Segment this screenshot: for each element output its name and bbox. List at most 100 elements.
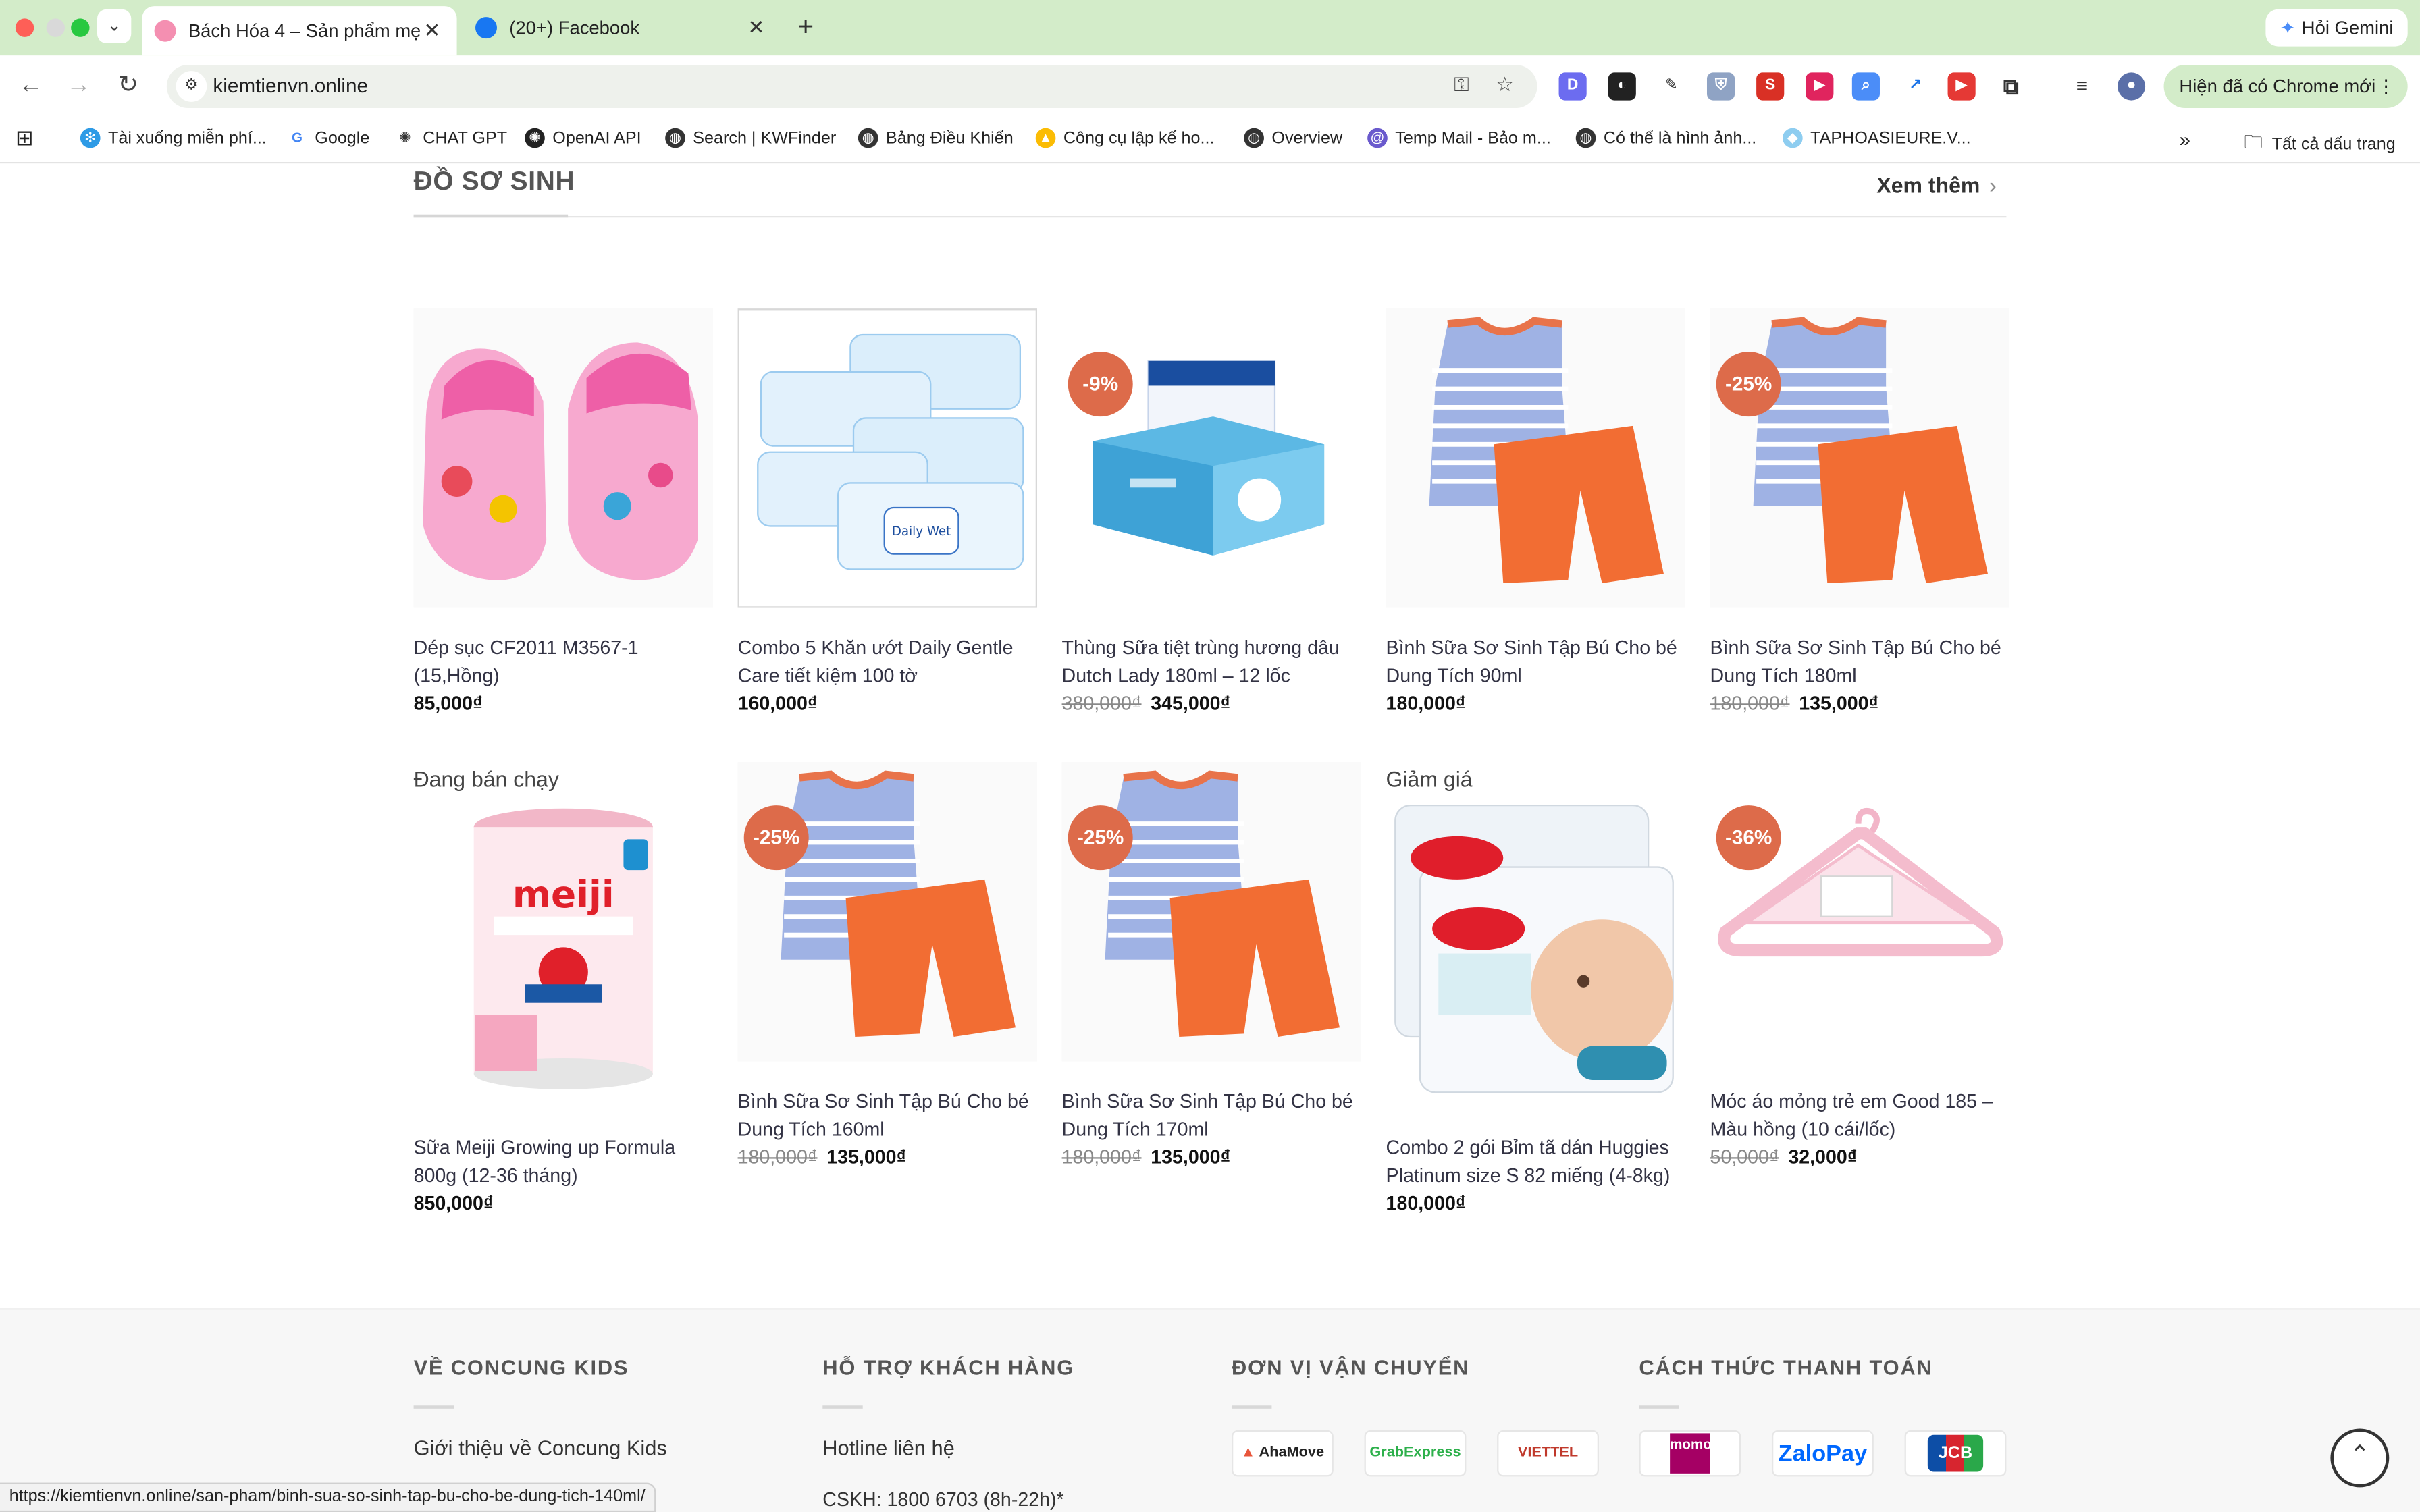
product-image[interactable]: meiji [413, 799, 713, 1099]
product-price: 85,000₫ [413, 693, 483, 715]
google-icon: G [287, 128, 307, 148]
product-name[interactable]: Dép sục CF2011 M3567-1 (15,Hồng) [414, 636, 713, 690]
product-name[interactable]: Sữa Meiji Growing up Formula 800g (12-36… [414, 1135, 713, 1189]
product-image[interactable]: -25% [1710, 308, 2009, 608]
more-menu-icon[interactable]: ⋮ [2377, 65, 2395, 108]
svg-text:meiji: meiji [512, 873, 614, 916]
product-image[interactable]: -36% [1710, 762, 2009, 1062]
bookmark-item[interactable]: ◍ Overview [1244, 128, 1342, 148]
eyedropper-icon[interactable]: ✎ [1657, 72, 1685, 101]
close-tab-icon[interactable]: ✕ [744, 16, 769, 40]
product-image[interactable] [1386, 799, 1685, 1099]
close-tab-icon[interactable]: ✕ [420, 18, 445, 43]
extension-d-icon[interactable]: D [1558, 72, 1587, 101]
product-card[interactable]: Dép sục CF2011 M3567-1 (15,Hồng) 85,000₫ [413, 308, 713, 715]
url-text: kiemtienvn.online [213, 74, 369, 97]
bookmark-item[interactable]: G Google [287, 128, 369, 148]
shield-extension-icon[interactable]: ⛨ [1706, 72, 1735, 101]
bookmark-item[interactable]: ✺ OpenAI API [525, 128, 641, 148]
product-card[interactable]: -25% Bình Sữa Sơ Sinh Tập Bú Cho bé Dung… [1061, 762, 1361, 1168]
ahamove-logo: ▲ AhaMove [1231, 1430, 1334, 1477]
bookmark-item[interactable]: ▲ Công cụ lập kế ho... [1035, 128, 1214, 148]
product-image[interactable]: Daily Wet [737, 308, 1037, 608]
product-card[interactable]: Daily Wet Combo 5 Khăn ướt Daily Gentle … [737, 308, 1037, 714]
product-name[interactable]: Combo 5 Khăn ướt Daily Gentle Care tiết … [738, 636, 1037, 690]
extensions-puzzle-icon[interactable]: ⧉ [1997, 72, 2025, 101]
extension-search-icon[interactable]: ⌕ [1851, 72, 1880, 101]
browser-tabbar: ⌄ Bách Hóa 4 – Sản phẩm mẹ và bé ✕ (20+)… [0, 0, 2420, 56]
product-image[interactable] [413, 308, 713, 608]
password-key-icon[interactable]: ⚿ [1448, 72, 1475, 100]
product-name[interactable]: Bình Sữa Sơ Sinh Tập Bú Cho bé Dung Tích… [1386, 636, 1685, 690]
extension-s-icon[interactable]: S [1756, 72, 1785, 101]
footer-about-title: VỀ CONCUNG KIDS [413, 1356, 629, 1380]
bookmark-star-icon[interactable]: ☆ [1491, 72, 1519, 100]
more-bookmarks-icon[interactable]: » [2179, 128, 2190, 151]
product-card[interactable]: -9% Thùng Sữa tiệt trùng hương dâu Dutch… [1061, 308, 1361, 714]
gemini-sparkle-icon: ✦ [2280, 17, 2296, 39]
all-bookmarks-folder[interactable]: 🗀 Tất cả dấu trang [2244, 128, 2395, 161]
tab-facebook[interactable]: (20+) Facebook ✕ [463, 6, 781, 49]
bookmark-item[interactable]: ◆ TAPHOASIEURE.V... [1782, 128, 1971, 148]
product-name[interactable]: Móc áo mỏng trẻ em Good 185 – Màu hồng (… [1710, 1089, 2009, 1143]
product-name[interactable]: Combo 2 gói Bỉm tã dán Huggies Platinum … [1386, 1135, 1685, 1189]
maximize-window-button[interactable] [71, 18, 90, 37]
chrome-update-button[interactable]: Hiện đã có Chrome mới ⋮ [2163, 64, 2408, 108]
product-card[interactable]: meiji Sữa Meiji Growing up Formula 800g … [413, 799, 713, 1214]
tab-search-chevron-icon[interactable]: ⌄ [97, 9, 132, 43]
bookmark-item[interactable]: ✺ CHAT GPT [395, 128, 507, 148]
back-arrow-icon[interactable]: ← [14, 70, 48, 103]
product-card[interactable]: Bình Sữa Sơ Sinh Tập Bú Cho bé Dung Tích… [1386, 308, 1685, 714]
address-bar[interactable]: ⚙ kiemtienvn.online ⚿ ☆ [166, 64, 1537, 108]
product-card[interactable]: -25% Bình Sữa Sơ Sinh Tập Bú Cho bé Dung… [1710, 308, 2009, 714]
media-queue-icon[interactable]: ≡ [2068, 72, 2096, 101]
tab-bachhoa[interactable]: Bách Hóa 4 – Sản phẩm mẹ và bé ✕ [142, 6, 457, 56]
footer-payment-title: CÁCH THỨC THANH TOÁN [1639, 1356, 1933, 1380]
bookmark-item[interactable]: ◍ Search | KWFinder [665, 128, 836, 148]
hotline-link[interactable]: Hotline liên hệ [822, 1436, 955, 1459]
section-divider-accent [413, 214, 569, 218]
bookmark-item[interactable]: ◍ Bảng Điều Khiển [858, 128, 1014, 148]
profile-avatar[interactable]: ● [2117, 72, 2146, 101]
forward-arrow-icon[interactable]: → [61, 70, 95, 103]
globe-icon: ◍ [858, 128, 878, 148]
globe-icon: ◍ [1244, 128, 1264, 148]
ask-gemini-button[interactable]: ✦ Hỏi Gemini [2265, 9, 2408, 47]
product-name[interactable]: Bình Sữa Sơ Sinh Tập Bú Cho bé Dung Tích… [1062, 1089, 1361, 1143]
bookmark-item[interactable]: ✻ Tài xuống miễn phí... [80, 128, 267, 148]
product-name[interactable]: Bình Sữa Sơ Sinh Tập Bú Cho bé Dung Tích… [1710, 636, 2009, 690]
chevron-up-icon: ⌃ [2349, 1442, 2371, 1469]
globe-icon: ◍ [1575, 128, 1596, 148]
extension-circle-icon[interactable]: ◐ [1608, 72, 1636, 101]
bookmark-item[interactable]: @ Temp Mail - Bảo m... [1367, 128, 1551, 148]
about-link[interactable]: Giới thiệu về Concung Kids [414, 1436, 667, 1459]
product-image[interactable]: -25% [1061, 762, 1361, 1062]
tab-title: Bách Hóa 4 – Sản phẩm mẹ và bé [188, 20, 420, 42]
product-image[interactable] [1386, 308, 1685, 608]
see-more-link[interactable]: Xem thêm › [1876, 173, 1996, 198]
product-card[interactable]: -36% Móc áo mỏng trẻ em Good 185 – Màu h… [1710, 762, 2009, 1168]
new-tab-plus-icon[interactable]: + [790, 12, 821, 43]
youtube-extension-icon[interactable]: ▶ [1947, 72, 1976, 101]
apps-grid-icon[interactable]: ⊞ [16, 125, 34, 151]
extension-play-icon[interactable]: ▶ [1806, 72, 1834, 101]
product-image[interactable]: -25% [737, 762, 1037, 1062]
page-content: ĐỒ SƠ SINH Xem thêm › Dép sục CF2011 M35… [0, 163, 2420, 1512]
bookmark-item[interactable]: ◍ Có thể là hình ảnh... [1575, 128, 1756, 148]
product-card[interactable]: Combo 2 gói Bỉm tã dán Huggies Platinum … [1386, 799, 1685, 1214]
discount-badge: -36% [1716, 805, 1781, 871]
bachhoa-favicon-icon [154, 20, 176, 42]
analytics-chart-icon[interactable]: ↗ [1901, 72, 1930, 101]
product-image[interactable]: -9% [1061, 308, 1361, 608]
close-window-button[interactable] [15, 18, 34, 37]
folder-icon: 🗀 [2244, 131, 2263, 153]
scroll-to-top-button[interactable]: ⌃ [2330, 1428, 2390, 1488]
reload-icon[interactable]: ↻ [111, 70, 145, 103]
product-name[interactable]: Thùng Sữa tiệt trùng hương dâu Dutch Lad… [1062, 636, 1361, 690]
product-card[interactable]: -25% Bình Sữa Sơ Sinh Tập Bú Cho bé Dung… [737, 762, 1037, 1168]
google-ads-icon: ▲ [1035, 128, 1056, 148]
site-info-icon[interactable]: ⚙ [176, 71, 207, 102]
product-name[interactable]: Bình Sữa Sơ Sinh Tập Bú Cho bé Dung Tích… [738, 1089, 1037, 1143]
minimize-window-button[interactable] [46, 18, 65, 37]
discount-badge: -25% [1068, 805, 1133, 871]
